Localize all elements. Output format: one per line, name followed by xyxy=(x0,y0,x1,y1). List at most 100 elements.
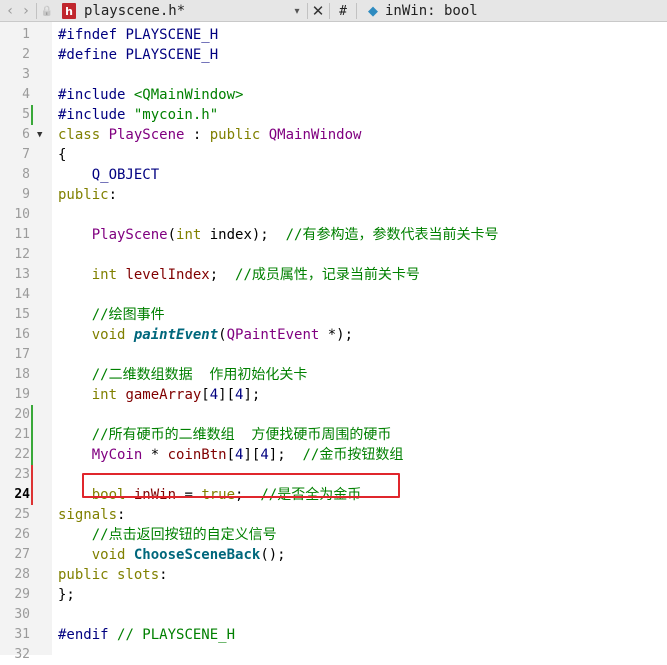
code-text: #define PLAYSCENE_H xyxy=(58,47,219,63)
line-number: 15 xyxy=(14,307,30,322)
code-line[interactable]: 31 #endif // PLAYSCENE_H xyxy=(0,625,667,645)
code-text: void paintEvent(QPaintEvent *); xyxy=(91,327,354,343)
line-number: 13 xyxy=(14,267,30,282)
line-number: 4 xyxy=(22,87,30,102)
code-line[interactable]: 12 xyxy=(0,245,667,265)
code-line[interactable]: 32 xyxy=(0,645,667,665)
code-text: PlayScene(int index); //有参构造，参数代表当前关卡号 xyxy=(91,227,499,243)
change-marker xyxy=(31,105,33,125)
code-line[interactable]: 5 #include "mycoin.h" xyxy=(0,105,667,125)
code-editor[interactable]: 1 #ifndef PLAYSCENE_H 2 #define PLAYSCENE_H… xyxy=(0,22,667,662)
code-line[interactable]: 7{ xyxy=(0,145,667,165)
code-line[interactable]: 9 public: xyxy=(0,185,667,205)
code-text: }; xyxy=(58,587,75,603)
change-marker xyxy=(31,445,33,465)
code-line[interactable]: 13 int levelIndex; //成员属性，记录当前关卡号 xyxy=(0,265,667,285)
code-line[interactable]: 4 #include <QMainWindow> xyxy=(0,85,667,105)
current-symbol-selector[interactable]: inWin: bool xyxy=(385,0,655,22)
code-line[interactable]: 17 xyxy=(0,345,667,365)
code-line[interactable]: 25 signals: xyxy=(0,505,667,525)
line-number: 24 xyxy=(14,487,30,502)
code-line[interactable]: 21 //所有硬币的二维数组 方便找硬币周围的硬币 xyxy=(0,425,667,445)
open-document-name[interactable]: playscene.h* xyxy=(84,0,284,22)
line-number: 3 xyxy=(22,67,30,82)
back-arrow-icon[interactable]: ‹ xyxy=(2,0,18,22)
line-number: 17 xyxy=(14,347,30,362)
code-text: #ifndef PLAYSCENE_H xyxy=(58,27,219,43)
line-number: 9 xyxy=(22,187,30,202)
line-number: 10 xyxy=(14,207,30,222)
line-number: 25 xyxy=(14,507,30,522)
line-number: 1 xyxy=(22,27,30,42)
code-text: //所有硬币的二维数组 方便找硬币周围的硬币 xyxy=(91,427,392,443)
line-number: 5 xyxy=(22,107,30,122)
code-text: //点击返回按钮的自定义信号 xyxy=(91,527,277,543)
line-number: 11 xyxy=(14,227,30,242)
code-line[interactable]: 27 void ChooseSceneBack(); xyxy=(0,545,667,565)
code-text: public: xyxy=(58,187,118,203)
code-text: #endif // PLAYSCENE_H xyxy=(58,627,236,643)
line-number: 12 xyxy=(14,247,30,262)
code-line[interactable]: 30 xyxy=(0,605,667,625)
code-line[interactable]: 2 #define PLAYSCENE_H xyxy=(0,45,667,65)
code-line[interactable]: 3 xyxy=(0,65,667,85)
line-number: 19 xyxy=(14,387,30,402)
code-text: MyCoin * coinBtn[4][4]; //金币按钮数组 xyxy=(91,447,404,463)
code-line[interactable]: 11 PlayScene(int index); //有参构造，参数代表当前关卡… xyxy=(0,225,667,245)
line-number: 7 xyxy=(22,147,30,162)
change-marker xyxy=(31,465,33,485)
line-number: 20 xyxy=(14,407,30,422)
line-number: 27 xyxy=(14,547,30,562)
separator xyxy=(329,3,330,19)
line-number: 23 xyxy=(14,467,30,482)
separator xyxy=(36,3,37,19)
line-number: 16 xyxy=(14,327,30,342)
change-marker xyxy=(31,485,33,505)
line-number: 8 xyxy=(22,167,30,182)
code-line[interactable]: 19 int gameArray[4][4]; xyxy=(0,385,667,405)
code-line[interactable]: 16 void paintEvent(QPaintEvent *); xyxy=(0,325,667,345)
lock-icon[interactable]: 🔒 xyxy=(40,0,54,22)
code-text: Q_OBJECT xyxy=(91,167,160,183)
code-line[interactable]: 18 //二维数组数据 作用初始化关卡 xyxy=(0,365,667,385)
code-line[interactable]: 15 //绘图事件 xyxy=(0,305,667,325)
code-text: #include "mycoin.h" xyxy=(58,107,219,123)
line-number: 14 xyxy=(14,287,30,302)
line-number: 18 xyxy=(14,367,30,382)
code-text: public slots: xyxy=(58,567,168,583)
editor-tab-bar: ‹ › 🔒 h playscene.h* ▾ ✕ # ◆ inWin: bool xyxy=(0,0,667,22)
code-text: #include <QMainWindow> xyxy=(58,87,244,103)
code-text: { xyxy=(58,147,67,163)
code-line[interactable]: 14 xyxy=(0,285,667,305)
line-number: 31 xyxy=(14,627,30,642)
code-line[interactable]: 29}; xyxy=(0,585,667,605)
line-number: 26 xyxy=(14,527,30,542)
chevron-down-icon[interactable]: ▾ xyxy=(290,0,304,22)
code-line[interactable]: 8 Q_OBJECT xyxy=(0,165,667,185)
line-number: 21 xyxy=(14,427,30,442)
code-text: //绘图事件 xyxy=(91,307,165,323)
code-line[interactable]: 22 MyCoin * coinBtn[4][4]; //金币按钮数组 xyxy=(0,445,667,465)
code-text: class PlayScene : public QMainWindow xyxy=(58,127,362,143)
line-number: 28 xyxy=(14,567,30,582)
line-number: 30 xyxy=(14,607,30,622)
fold-arrow-icon[interactable]: ▼ xyxy=(37,125,42,145)
line-number: 22 xyxy=(14,447,30,462)
line-number: 6 xyxy=(22,127,30,142)
forward-arrow-icon[interactable]: › xyxy=(18,0,34,22)
code-line[interactable]: 20 xyxy=(0,405,667,425)
code-line[interactable]: 1 #ifndef PLAYSCENE_H xyxy=(0,25,667,45)
code-line[interactable]: 26 //点击返回按钮的自定义信号 xyxy=(0,525,667,545)
code-line[interactable]: 28 public slots: xyxy=(0,565,667,585)
code-text: int gameArray[4][4]; xyxy=(91,387,261,403)
code-text: signals: xyxy=(58,507,126,523)
hash-label: # xyxy=(339,3,347,19)
code-text: //二维数组数据 作用初始化关卡 xyxy=(91,367,308,383)
line-number: 2 xyxy=(22,47,30,62)
code-text: int levelIndex; //成员属性，记录当前关卡号 xyxy=(91,267,420,283)
line-number: 32 xyxy=(14,647,30,662)
code-line[interactable]: 10 xyxy=(0,205,667,225)
code-line[interactable]: 6 ▼ class PlayScene : public QMainWindow xyxy=(0,125,667,145)
highlight-annotation-box xyxy=(82,473,400,498)
close-document-icon[interactable]: ✕ xyxy=(310,0,326,22)
